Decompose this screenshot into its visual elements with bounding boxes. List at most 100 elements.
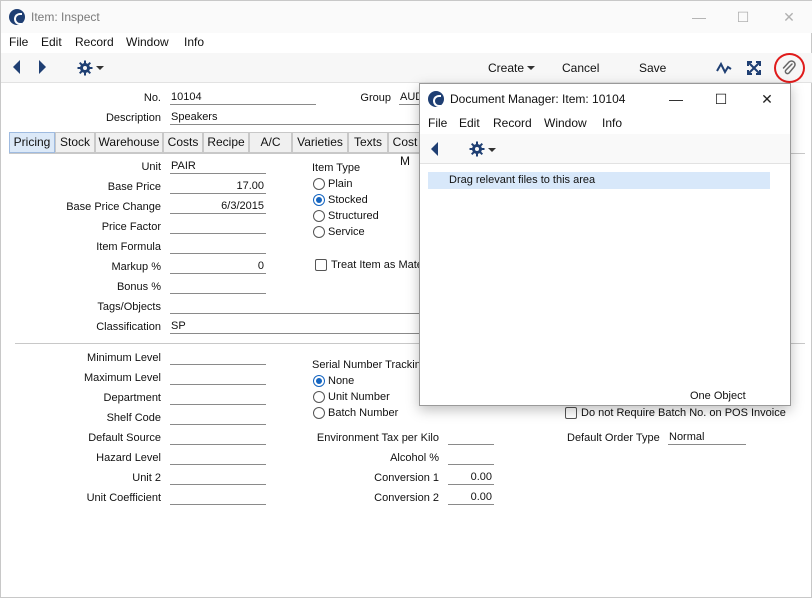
- item-type-label: Item Type: [312, 162, 361, 174]
- no-batch-pos-checkbox[interactable]: [565, 407, 577, 419]
- group-field[interactable]: AUD: [399, 91, 421, 105]
- previous-record-icon[interactable]: [13, 60, 20, 74]
- department-label: Department: [103, 392, 161, 404]
- bonus-label: Bonus %: [116, 281, 161, 293]
- dm-menu-edit[interactable]: Edit: [459, 116, 480, 130]
- item-type-structured-radio[interactable]: [313, 210, 325, 222]
- price-factor-field[interactable]: [170, 220, 266, 234]
- dm-maximize-button[interactable]: ☐: [706, 87, 736, 111]
- minimum-level-label: Minimum Level: [87, 352, 161, 364]
- gear-icon[interactable]: [77, 60, 93, 76]
- menu-window[interactable]: Window: [126, 35, 169, 49]
- conversion1-field[interactable]: 0.00: [448, 471, 494, 485]
- tab-costs[interactable]: Costs: [163, 132, 203, 153]
- unit-coefficient-field[interactable]: [170, 491, 266, 505]
- default-order-type-field[interactable]: Normal: [668, 431, 746, 445]
- menu-edit[interactable]: Edit: [41, 35, 62, 49]
- tab-ac[interactable]: A/C: [249, 132, 292, 153]
- file-drop-area[interactable]: Drag relevant files to this area: [428, 172, 770, 189]
- maximize-button[interactable]: ☐: [725, 5, 761, 29]
- tags-objects-field[interactable]: [170, 300, 421, 314]
- item-type-service-radio[interactable]: [313, 226, 325, 238]
- dm-previous-icon[interactable]: [431, 142, 438, 156]
- minimize-button[interactable]: —: [681, 5, 717, 29]
- next-record-icon[interactable]: [39, 60, 46, 74]
- item-formula-label: Item Formula: [96, 241, 161, 253]
- no-field[interactable]: 10104: [170, 91, 316, 105]
- item-type-plain-label: Plain: [328, 178, 353, 190]
- description-label: Description: [105, 112, 161, 124]
- default-source-field[interactable]: [170, 431, 266, 445]
- unit-field[interactable]: PAIR: [170, 160, 266, 174]
- no-label: No.: [143, 92, 161, 104]
- save-button[interactable]: Save: [639, 61, 666, 75]
- markup-field[interactable]: 0: [170, 260, 266, 274]
- serial-none-radio[interactable]: [313, 375, 325, 387]
- group-label: Group: [360, 92, 391, 104]
- dm-menu-bar: File Edit Record Window Info: [420, 114, 790, 132]
- tab-warehouse[interactable]: Warehouse: [95, 132, 163, 153]
- create-dropdown-icon[interactable]: [527, 66, 535, 70]
- dm-close-button[interactable]: ✕: [752, 87, 782, 111]
- conversion2-field[interactable]: 0.00: [448, 491, 494, 505]
- serial-batch-number-radio[interactable]: [313, 407, 325, 419]
- tags-objects-label: Tags/Objects: [97, 301, 161, 313]
- serial-unit-number-radio[interactable]: [313, 391, 325, 403]
- dm-menu-info[interactable]: Info: [602, 116, 622, 130]
- base-price-change-field[interactable]: 6/3/2015: [170, 200, 266, 214]
- activity-icon[interactable]: [715, 59, 733, 77]
- unit-label: Unit: [141, 161, 161, 173]
- create-button[interactable]: Create: [488, 61, 524, 75]
- maximum-level-field[interactable]: [170, 371, 266, 385]
- object-count: One Object: [690, 390, 746, 402]
- unit2-field[interactable]: [170, 471, 266, 485]
- item-type-plain-radio[interactable]: [313, 178, 325, 190]
- dm-app-logo-icon: [428, 91, 444, 107]
- expand-icon[interactable]: [745, 59, 763, 77]
- dm-gear-icon[interactable]: [469, 141, 485, 157]
- item-formula-field[interactable]: [170, 240, 266, 254]
- hazard-level-field[interactable]: [170, 451, 266, 465]
- menu-bar: File Edit Record Window Info: [1, 33, 812, 53]
- dm-menu-file[interactable]: File: [428, 116, 447, 130]
- menu-info[interactable]: Info: [184, 35, 204, 49]
- dm-menu-record[interactable]: Record: [493, 116, 532, 130]
- classification-label: Classification: [96, 321, 161, 333]
- unit-coefficient-label: Unit Coefficient: [86, 492, 161, 504]
- classification-field[interactable]: SP: [170, 320, 421, 334]
- toolbar: Create Cancel Save: [1, 53, 812, 83]
- maximum-level-label: Maximum Level: [83, 372, 161, 384]
- tab-stock[interactable]: Stock: [55, 132, 95, 153]
- treat-item-label: Treat Item as Mate: [331, 259, 421, 271]
- dm-minimize-button[interactable]: —: [661, 87, 691, 111]
- tab-varieties[interactable]: Varieties: [292, 132, 348, 153]
- minimum-level-field[interactable]: [170, 351, 266, 365]
- env-tax-field[interactable]: [448, 431, 494, 445]
- alcohol-field[interactable]: [448, 451, 494, 465]
- tab-texts[interactable]: Texts: [348, 132, 388, 153]
- base-price-field[interactable]: 17.00: [170, 180, 266, 194]
- description-field[interactable]: Speakers: [170, 111, 421, 125]
- treat-item-checkbox[interactable]: [315, 259, 327, 271]
- app-logo-icon: [9, 9, 25, 25]
- tab-cost-model[interactable]: Cost M: [388, 132, 422, 168]
- dm-title-bar: Document Manager: Item: 10104 — ☐ ✕: [420, 84, 790, 114]
- tab-recipe[interactable]: Recipe: [203, 132, 249, 153]
- close-button[interactable]: ✕: [771, 5, 807, 29]
- bonus-field[interactable]: [170, 280, 266, 294]
- markup-label: Markup %: [111, 261, 161, 273]
- chevron-down-icon[interactable]: [96, 66, 104, 70]
- no-batch-pos-label: Do not Require Batch No. on POS Invoice: [581, 407, 786, 419]
- conversion2-label: Conversion 2: [374, 492, 439, 504]
- menu-file[interactable]: File: [9, 35, 28, 49]
- department-field[interactable]: [170, 391, 266, 405]
- dm-menu-window[interactable]: Window: [544, 116, 587, 130]
- tab-pricing[interactable]: Pricing: [9, 132, 55, 153]
- dm-chevron-down-icon[interactable]: [488, 148, 496, 152]
- base-price-label: Base Price: [107, 181, 161, 193]
- menu-record[interactable]: Record: [75, 35, 114, 49]
- item-type-stocked-radio[interactable]: [313, 194, 325, 206]
- shelf-code-field[interactable]: [170, 411, 266, 425]
- cancel-button[interactable]: Cancel: [562, 61, 599, 75]
- price-factor-label: Price Factor: [101, 221, 161, 233]
